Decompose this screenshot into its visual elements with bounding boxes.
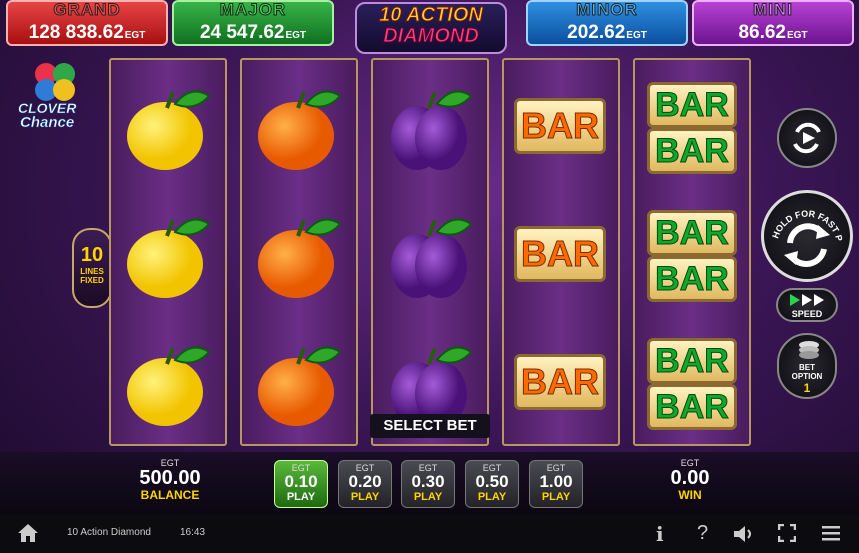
clock: 16:43 xyxy=(180,527,206,538)
bar-label: BAR xyxy=(647,338,737,384)
clover-chance-logo: CLOVER Chance xyxy=(14,60,90,136)
symbol-double-bar: BAR BAR xyxy=(641,206,741,306)
bet-button-1.00[interactable]: EGT 1.00 PLAY xyxy=(529,460,583,508)
symbol-bar: BAR xyxy=(510,334,610,434)
spin-button[interactable]: HOLD FOR FAST PLAY xyxy=(761,185,853,282)
bet-value: 1.00 xyxy=(539,472,573,491)
balance-value: 500.00 xyxy=(139,467,201,489)
bar-label: BAR xyxy=(647,82,737,128)
win-value: 0.00 xyxy=(670,467,710,489)
bet-label: PLAY xyxy=(350,491,380,503)
autoplay-button[interactable] xyxy=(777,108,837,168)
balance-label: BALANCE xyxy=(140,488,200,502)
jackpot-title: MAJOR xyxy=(219,0,287,20)
select-bet-tooltip: SELECT BET xyxy=(370,414,490,438)
jackpot-unit: EGT xyxy=(285,30,307,41)
symbol-double-bar: BAR BAR xyxy=(641,334,741,434)
bet-value: 0.20 xyxy=(348,472,382,491)
bar-label: BAR xyxy=(514,98,606,154)
home-icon[interactable] xyxy=(17,523,39,543)
jackpot-value: 24 547.62 xyxy=(199,22,285,43)
bar-label: BAR xyxy=(647,210,737,256)
balance-display: EGT 500.00 BALANCE xyxy=(125,458,215,502)
game-logo: 10 ACTION DIAMOND xyxy=(355,2,507,54)
bet-label: PLAY xyxy=(413,491,443,503)
symbol-orange xyxy=(248,334,348,434)
bet-button-0.50[interactable]: EGT 0.50 PLAY xyxy=(465,460,519,508)
bar-label: BAR xyxy=(514,226,606,282)
hold-fast-play-text: HOLD FOR FAST PLAY xyxy=(761,185,844,242)
fullscreen-icon[interactable] xyxy=(778,524,796,542)
autoplay-icon xyxy=(793,122,821,154)
logo-line1: 10 ACTION xyxy=(379,4,484,27)
jackpot-minor: MINOR 202.62EGT xyxy=(526,0,688,46)
spin-icon: HOLD FOR FAST PLAY xyxy=(761,185,844,267)
jackpot-major: MAJOR 24 547.62EGT xyxy=(172,0,334,46)
symbol-lemon xyxy=(117,334,217,434)
fast-forward-icon xyxy=(790,294,824,306)
jackpot-grand: GRAND 128 838.62EGT xyxy=(6,0,168,46)
jackpot-value: 128 838.62 xyxy=(28,22,124,43)
win-display: EGT 0.00 WIN xyxy=(645,458,735,502)
bet-option-label2: OPTION xyxy=(791,372,823,381)
jackpot-title: MINI xyxy=(753,0,793,20)
symbol-double-bar: BAR BAR xyxy=(641,78,741,178)
bar-label: BAR xyxy=(647,128,737,174)
help-icon[interactable]: ? xyxy=(697,522,708,545)
bet-label: PLAY xyxy=(541,491,571,503)
game-name: 10 Action Diamond xyxy=(67,527,151,538)
bet-value: 0.50 xyxy=(475,472,509,491)
bet-button-0.10[interactable]: EGT 0.10 PLAY xyxy=(274,460,328,508)
bar-label: BAR xyxy=(647,256,737,302)
jackpot-unit: EGT xyxy=(786,30,808,41)
logo-line2: DIAMOND xyxy=(383,25,480,47)
speed-button[interactable]: SPEED xyxy=(776,288,838,322)
jackpot-title: GRAND xyxy=(53,0,121,20)
jackpot-value: 202.62 xyxy=(567,22,626,43)
symbol-plum xyxy=(379,206,479,306)
bet-value: 0.30 xyxy=(411,472,445,491)
bet-option-value: 1 xyxy=(803,381,811,395)
symbol-bar: BAR xyxy=(510,206,610,306)
symbol-lemon xyxy=(117,78,217,178)
bet-label: PLAY xyxy=(286,491,316,503)
system-bar: 10 Action Diamond 16:43 i ? xyxy=(0,514,859,553)
jackpot-title: MINOR xyxy=(576,0,638,20)
bet-button-0.30[interactable]: EGT 0.30 PLAY xyxy=(401,460,455,508)
bet-value: 0.10 xyxy=(284,472,318,491)
lines-label: LINES xyxy=(80,267,104,276)
bar-label: BAR xyxy=(647,384,737,430)
symbol-orange xyxy=(248,78,348,178)
jackpot-unit: EGT xyxy=(124,30,146,41)
jackpot-unit: EGT xyxy=(626,30,647,41)
lines-count: 10 xyxy=(80,244,104,266)
win-label: WIN xyxy=(678,488,702,502)
symbol-lemon xyxy=(117,206,217,306)
coin-stack-icon xyxy=(799,341,819,359)
bet-option-button[interactable]: BET OPTION 1 xyxy=(777,333,837,399)
clover-line2: Chance xyxy=(20,114,75,132)
clover-icon xyxy=(35,63,75,101)
lines-fixed-badge: 10 LINES FIXED xyxy=(72,228,112,308)
symbol-orange xyxy=(248,206,348,306)
jackpot-mini: MINI 86.62EGT xyxy=(692,0,854,46)
menu-icon[interactable] xyxy=(822,525,840,541)
speed-label: SPEED xyxy=(791,309,823,319)
symbol-bar: BAR xyxy=(510,78,610,178)
svg-text:HOLD FOR FAST PLAY: HOLD FOR FAST PLAY xyxy=(764,193,844,242)
jackpot-value: 86.62 xyxy=(738,22,786,43)
bar-label: BAR xyxy=(514,354,606,410)
bet-label: PLAY xyxy=(477,491,507,503)
sound-icon[interactable] xyxy=(733,524,755,544)
bet-option-label: BET xyxy=(799,363,815,372)
lines-label-fixed: FIXED xyxy=(80,276,104,285)
symbol-plum xyxy=(379,78,479,178)
info-icon[interactable]: i xyxy=(656,522,664,546)
bet-button-0.20[interactable]: EGT 0.20 PLAY xyxy=(338,460,392,508)
